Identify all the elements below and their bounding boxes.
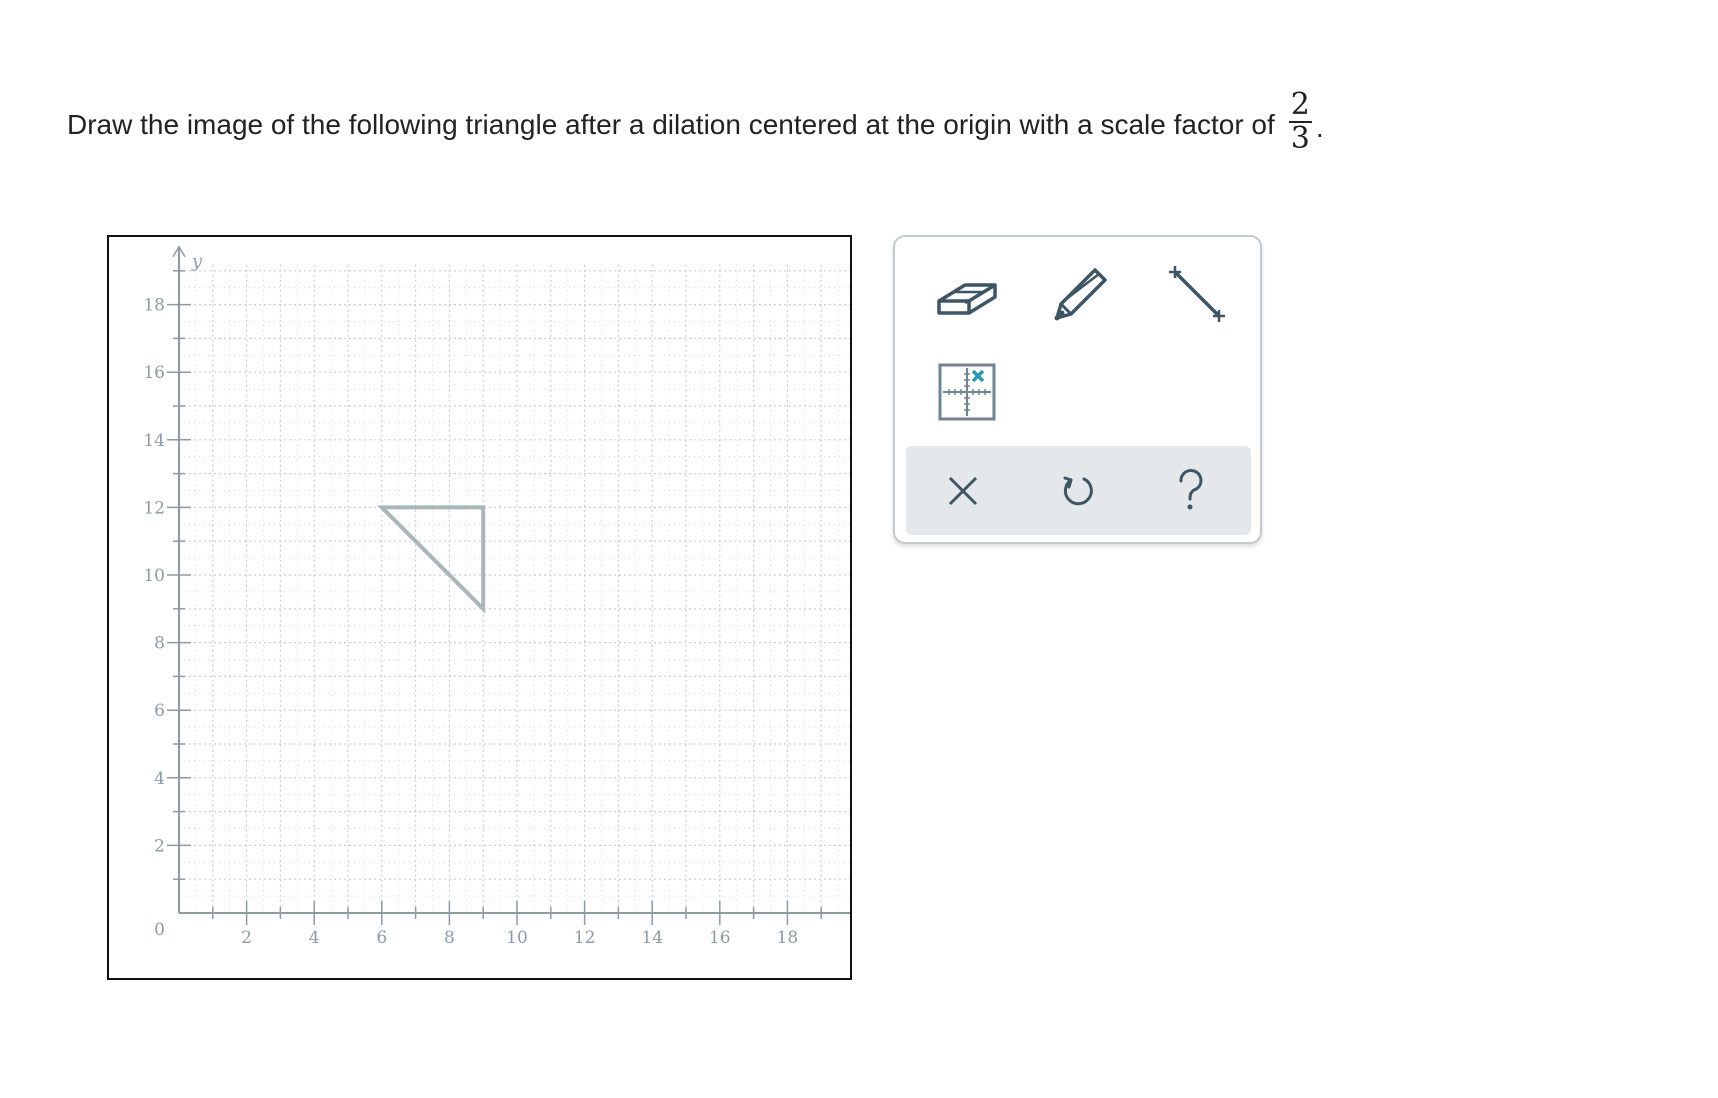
- pencil-tool-button[interactable]: [1041, 254, 1121, 334]
- undo-icon: [1063, 476, 1093, 505]
- fraction-denominator: 3: [1288, 121, 1312, 156]
- y-tick-label: 8: [154, 634, 165, 654]
- y-axis-label: y: [191, 251, 203, 272]
- drawing-toolbox: [893, 235, 1262, 544]
- x-tick-label: 18: [777, 928, 799, 948]
- pencil-icon: [1054, 268, 1107, 321]
- question-period: .: [1315, 112, 1324, 143]
- y-tick-label: 12: [143, 498, 165, 518]
- graph-canvas[interactable]: 24681012141618246810121416180xy: [107, 235, 852, 980]
- x-tick-label: 12: [574, 928, 596, 948]
- y-tick-label: 14: [143, 431, 165, 451]
- x-tick-label: 16: [709, 928, 731, 948]
- clear-button[interactable]: [908, 446, 1018, 535]
- action-bar: [906, 446, 1251, 535]
- y-tick-label: 4: [154, 769, 165, 789]
- x-tick-label: 2: [241, 928, 252, 948]
- y-tick-label: 16: [143, 363, 165, 383]
- point-grid-icon: [938, 363, 996, 421]
- x-tick-label: 10: [506, 928, 528, 948]
- origin-label: 0: [154, 920, 165, 940]
- y-tick-label: 6: [154, 701, 165, 721]
- close-icon: [948, 476, 978, 505]
- point-tool-button[interactable]: [927, 352, 1007, 432]
- undo-button[interactable]: [1023, 446, 1133, 535]
- x-tick-label: 4: [309, 928, 320, 948]
- x-tick-label: 14: [641, 928, 663, 948]
- eraser-tool-button[interactable]: [927, 254, 1007, 334]
- y-tick-label: 18: [143, 296, 165, 316]
- question-prompt: Draw the image of the following triangle…: [67, 87, 1324, 158]
- x-tick-label: 6: [376, 928, 387, 948]
- line-segment-tool-button[interactable]: [1157, 254, 1237, 334]
- eraser-icon: [937, 283, 997, 315]
- help-icon: [1179, 468, 1203, 509]
- question-text: Draw the image of the following triangle…: [67, 109, 1275, 140]
- fraction-numerator: 2: [1290, 87, 1310, 122]
- line-segment-icon: [1169, 266, 1225, 322]
- original-triangle: [376, 505, 486, 614]
- x-tick-label: 8: [444, 928, 455, 948]
- coordinate-plane[interactable]: 24681012141618246810121416180xy: [109, 237, 850, 978]
- help-button[interactable]: [1136, 446, 1246, 535]
- y-tick-label: 2: [154, 836, 165, 856]
- scale-factor-fraction: 2 3: [1288, 87, 1312, 156]
- y-tick-label: 10: [143, 566, 165, 586]
